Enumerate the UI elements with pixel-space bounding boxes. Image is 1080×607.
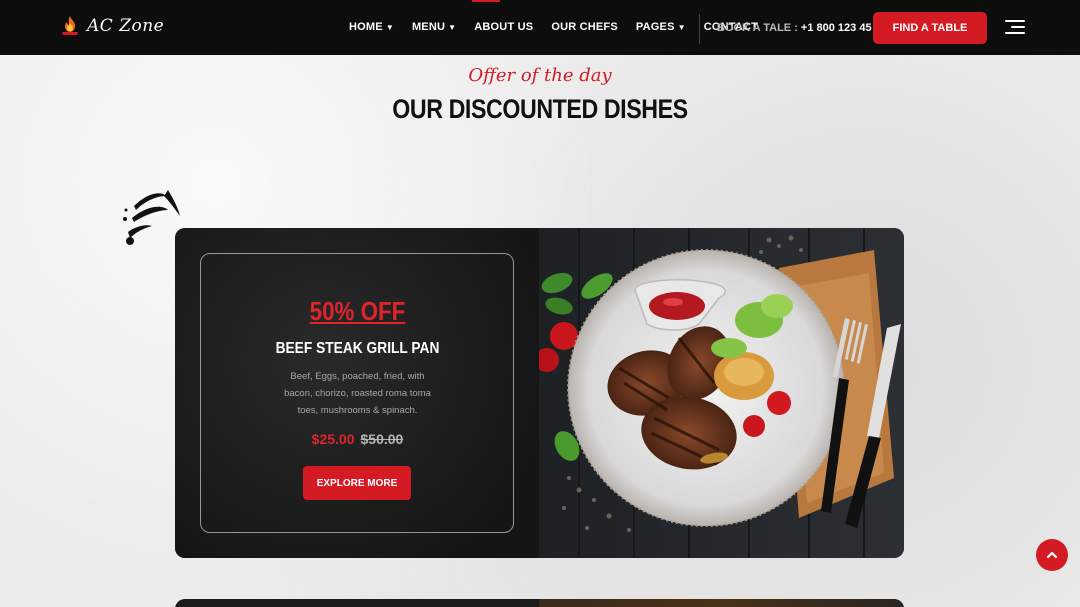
chevron-down-icon: ▼ — [677, 22, 686, 32]
dish-description: Beef, Eggs, poached, fried, with bacon, … — [284, 371, 431, 416]
booking-label: BOOK A TALE : — [717, 22, 801, 34]
chevron-down-icon: ▼ — [385, 22, 394, 32]
section-title: OUR DISCOUNTED DISHES — [392, 94, 688, 124]
chevron-down-icon: ▼ — [448, 22, 457, 32]
dish-name: BEEF STEAK GRILL PAN — [275, 340, 440, 357]
hamburger-menu-icon[interactable] — [1005, 20, 1025, 36]
next-dish-photo — [539, 599, 904, 607]
price-original: $50.00 — [360, 431, 404, 447]
main-menu: HOME ▼ MENU ▼ ABOUT US OUR CHEFS PAGES ▼ CO… — [349, 21, 776, 33]
find-table-button[interactable]: FIND A TABLE — [873, 12, 987, 44]
menu-item-our-chefs[interactable]: OUR CHEFS — [551, 21, 618, 33]
price-current: $25.00 — [311, 431, 355, 447]
booking-phone[interactable]: BOOK A TALE : +1 800 123 45 78 — [717, 22, 887, 34]
menu-item-label: OUR CHEFS — [551, 21, 618, 33]
menu-item-label: PAGES — [635, 21, 675, 33]
scroll-to-top-button[interactable] — [1036, 539, 1068, 571]
section-tagline: Offer of the day — [468, 65, 612, 86]
top-navbar: AC Zone HOME ▼ MENU ▼ ABOUT US OUR CHEFS P… — [0, 0, 1080, 55]
dish-photo — [539, 228, 904, 558]
menu-item-about-us[interactable]: ABOUT US — [474, 21, 533, 33]
offer-card: 50% OFF BEEF STEAK GRILL PAN Beef, Eggs,… — [175, 228, 904, 558]
menu-item-label: ABOUT US — [474, 21, 534, 33]
brand-logo[interactable]: AC Zone — [58, 14, 164, 38]
explore-more-button[interactable]: EXPLORE MORE — [303, 466, 411, 500]
menu-item-label: HOME — [349, 21, 383, 33]
menu-item-pages[interactable]: PAGES ▼ — [636, 21, 686, 33]
discount-badge: 50% OFF — [309, 296, 406, 326]
next-offer-card — [175, 599, 904, 607]
nav-divider — [699, 14, 700, 44]
chevron-up-icon — [1046, 551, 1058, 559]
menu-item-menu[interactable]: MENU ▼ — [412, 21, 456, 33]
flame-icon — [62, 16, 78, 35]
menu-item-home[interactable]: HOME ▼ — [349, 21, 394, 33]
offer-details: 50% OFF BEEF STEAK GRILL PAN Beef, Eggs,… — [175, 228, 540, 558]
brand-name: AC Zone — [87, 16, 165, 36]
active-indicator — [472, 0, 500, 2]
menu-item-label: MENU — [411, 21, 446, 33]
price-row: $25.00 $50.00 — [175, 431, 540, 447]
